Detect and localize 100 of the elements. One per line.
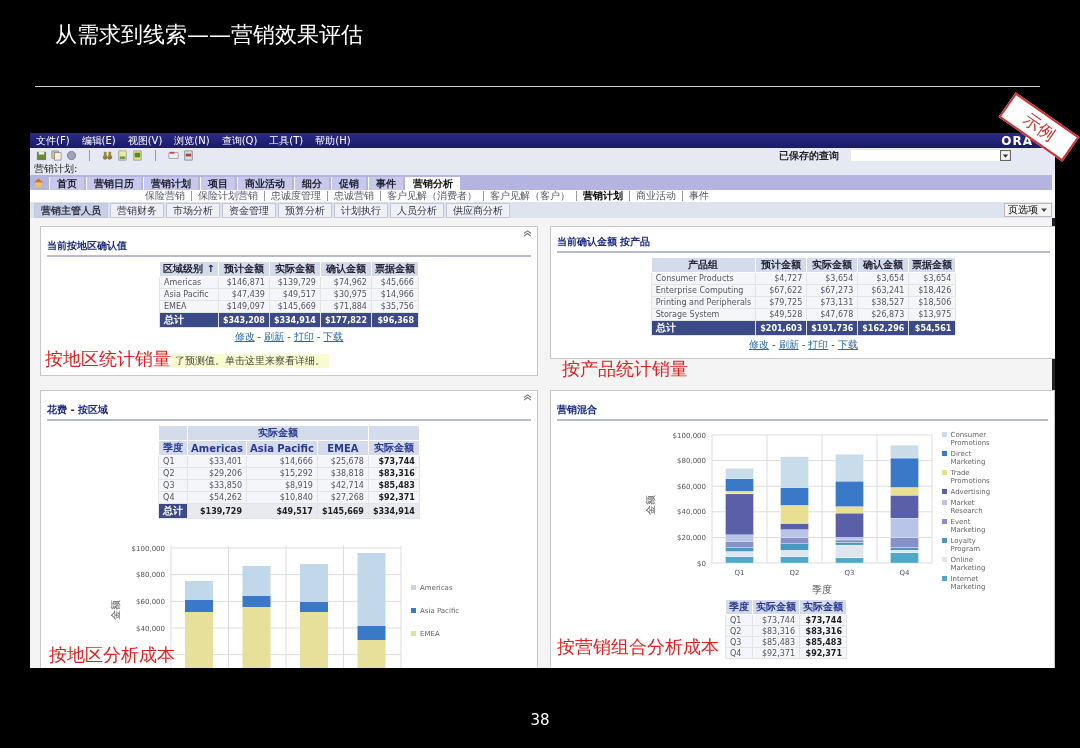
subtab-link[interactable]: 营销计划 xyxy=(576,191,629,201)
printer-icon[interactable] xyxy=(183,150,194,161)
subtab-link[interactable]: 客户见解（客户） xyxy=(483,191,576,201)
column-header[interactable]: 票据金额 xyxy=(908,257,956,273)
tab[interactable]: 营销计划 xyxy=(143,177,198,190)
column-header[interactable]: 区域级别 ↑ xyxy=(159,261,219,277)
column-header[interactable]: 实际金额 xyxy=(752,599,800,615)
link-separator: - xyxy=(772,338,776,351)
view-tab[interactable]: 营销财务 xyxy=(110,202,164,218)
page-number: 38 xyxy=(529,711,551,729)
screen-label: 营销计划: xyxy=(30,163,1055,175)
collapse-icon[interactable] xyxy=(523,394,532,401)
saved-query-dropdown[interactable] xyxy=(851,150,1011,161)
column-header[interactable]: 产品组 xyxy=(651,257,756,273)
bar-segment xyxy=(834,454,864,482)
subtab-link[interactable]: 客户见解（消费者） xyxy=(380,191,483,201)
menu-item[interactable]: 文件(F) xyxy=(36,133,70,148)
subtab-link[interactable]: 忠诚度管理 xyxy=(264,191,327,201)
column-header[interactable]: 票据金额 xyxy=(371,261,419,277)
report-link[interactable]: 刷新 xyxy=(778,338,799,351)
column-header[interactable]: 实际金额 xyxy=(269,261,321,277)
table-cell: Q4 xyxy=(725,647,753,659)
subtab-link[interactable]: 保险营销 xyxy=(139,191,191,201)
bar-segment xyxy=(724,468,754,479)
legend-swatch xyxy=(941,470,947,475)
view-tab[interactable]: 供应商分析 xyxy=(446,202,510,218)
envelope-icon[interactable] xyxy=(168,150,179,161)
binoculars-icon[interactable] xyxy=(102,150,113,161)
subtab-link[interactable]: 忠诚营销 xyxy=(327,191,380,201)
annotation-label: 按地区分析成本 xyxy=(49,645,175,665)
report-link[interactable]: 下载 xyxy=(837,338,858,351)
view-tab[interactable]: 市场分析 xyxy=(166,202,220,218)
table-cell: $92,371 xyxy=(799,647,847,659)
legend-swatch xyxy=(941,576,947,581)
tab[interactable]: 营销分析 xyxy=(405,177,460,190)
legend-swatch xyxy=(941,432,947,437)
logo: ORA xyxy=(1001,133,1033,148)
page-options-button[interactable]: 页选项 xyxy=(1004,203,1052,217)
annotation-label: 按产品统计销量 xyxy=(562,359,688,378)
axis-title: 金额 xyxy=(110,600,121,620)
legend-swatch xyxy=(941,519,947,524)
menu-item[interactable]: 帮助(H) xyxy=(315,133,351,148)
subtab-link[interactable]: 商业活动 xyxy=(629,191,682,201)
tab[interactable]: 事件 xyxy=(368,177,403,190)
column-header[interactable]: 预计金额 xyxy=(218,261,270,277)
table-cell: Q3 xyxy=(725,636,753,648)
legend-swatch xyxy=(941,557,947,562)
column-header[interactable]: 季度 xyxy=(725,599,753,615)
report-link[interactable]: 修改 xyxy=(234,330,255,343)
home-icon[interactable] xyxy=(33,177,44,188)
view-tab[interactable]: 预算分析 xyxy=(278,202,332,218)
view-tab[interactable]: 人员分析 xyxy=(390,202,444,218)
annotation-label: 按营销组合分析成本 xyxy=(557,635,719,659)
column-header[interactable]: 实际金额 xyxy=(806,257,858,273)
subtab-link[interactable]: 保险计划营销 xyxy=(191,191,264,201)
save-icon[interactable] xyxy=(36,150,47,161)
tab[interactable]: 细分 xyxy=(294,177,329,190)
copy-icon[interactable] xyxy=(51,150,62,161)
link-separator: - xyxy=(801,338,806,351)
document-icon[interactable] xyxy=(117,150,128,161)
table-cell: $73,744 xyxy=(799,614,847,626)
tab[interactable]: 商业活动 xyxy=(237,177,292,190)
tab[interactable]: 首页 xyxy=(49,177,84,190)
tab[interactable]: 营销日历 xyxy=(86,177,141,190)
column-header[interactable]: 预计金额 xyxy=(755,257,807,273)
subtab-link[interactable]: 事件 xyxy=(682,191,715,201)
legend-swatch xyxy=(941,500,947,505)
table-cell: Q1 xyxy=(725,614,753,626)
menu-item[interactable]: 工具(T) xyxy=(269,133,304,148)
column-header[interactable]: 实际金额 xyxy=(799,599,847,615)
column-header[interactable]: 确认金额 xyxy=(857,257,909,273)
view-tab[interactable]: 资金管理 xyxy=(222,202,276,218)
table-cell: $85,483 xyxy=(799,636,847,648)
column-header[interactable]: 季度 xyxy=(158,440,188,456)
tab[interactable]: 项目 xyxy=(200,177,235,190)
panel-title: 花费 - 按区域 xyxy=(47,403,531,421)
bar-segment xyxy=(779,529,809,538)
table-cell: $85,483 xyxy=(752,636,800,648)
tab[interactable]: 促销 xyxy=(331,177,366,190)
axis-title: 金额 xyxy=(644,495,656,515)
column-header[interactable]: 实际金额 xyxy=(368,440,420,456)
report-link[interactable]: 打印 xyxy=(808,338,829,351)
document-icon[interactable] xyxy=(132,150,143,161)
menu-item[interactable]: 编辑(E) xyxy=(81,133,116,148)
report-link[interactable]: 打印 xyxy=(293,330,314,343)
dropdown-icon xyxy=(1000,150,1011,161)
report-link[interactable]: 修改 xyxy=(749,338,770,351)
menu-item[interactable]: 浏览(N) xyxy=(174,133,210,148)
menu-item[interactable]: 视图(V) xyxy=(127,133,163,148)
report-link[interactable]: 刷新 xyxy=(264,330,285,343)
view-tab[interactable]: 营销主管人员 xyxy=(34,202,108,218)
view-tab[interactable]: 计划执行 xyxy=(334,202,388,218)
collapse-icon[interactable] xyxy=(523,230,532,237)
info-note[interactable]: 了预测值。单击这里来察看详细。 xyxy=(171,354,329,368)
report-link[interactable]: 下载 xyxy=(323,330,344,343)
column-header[interactable]: 确认金额 xyxy=(320,261,372,277)
annotation-label: 按地区统计销量 xyxy=(45,347,171,371)
table-cell: $83,316 xyxy=(799,625,847,637)
panel-title: 当前确认金额 按产品 xyxy=(557,235,1050,253)
menu-item[interactable]: 查询(Q) xyxy=(221,133,258,148)
